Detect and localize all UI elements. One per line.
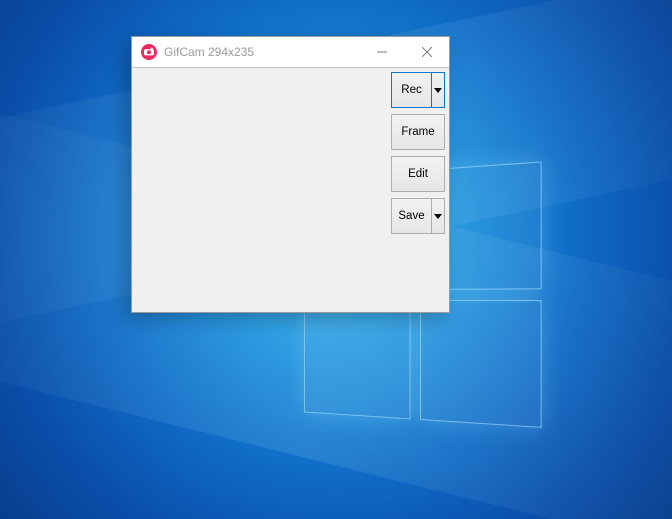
edit-button[interactable]: Edit <box>391 156 445 192</box>
frame-button[interactable]: Frame <box>391 114 445 150</box>
save-button-label: Save <box>392 199 431 233</box>
titlebar[interactable]: GifCam 294x235 <box>132 37 449 67</box>
edit-button-label: Edit <box>392 157 444 191</box>
close-button[interactable] <box>404 37 449 67</box>
close-icon <box>422 47 432 57</box>
save-dropdown[interactable] <box>431 199 444 233</box>
app-window[interactable]: GifCam 294x235 Rec <box>131 36 450 313</box>
chevron-down-icon <box>434 86 442 94</box>
window-title: GifCam 294x235 <box>164 45 359 59</box>
camera-icon <box>140 43 158 61</box>
rec-button-label: Rec <box>392 73 431 107</box>
minimize-button[interactable] <box>359 37 404 67</box>
sidebar: Rec Frame Edit Save <box>391 72 445 234</box>
rec-dropdown[interactable] <box>431 73 444 107</box>
client-area: Rec Frame Edit Save <box>132 67 449 312</box>
chevron-down-icon <box>434 212 442 220</box>
desktop-wallpaper: GifCam 294x235 Rec <box>0 0 672 519</box>
minimize-icon <box>377 47 387 57</box>
save-button[interactable]: Save <box>391 198 445 234</box>
frame-button-label: Frame <box>392 115 444 149</box>
rec-button[interactable]: Rec <box>391 72 445 108</box>
